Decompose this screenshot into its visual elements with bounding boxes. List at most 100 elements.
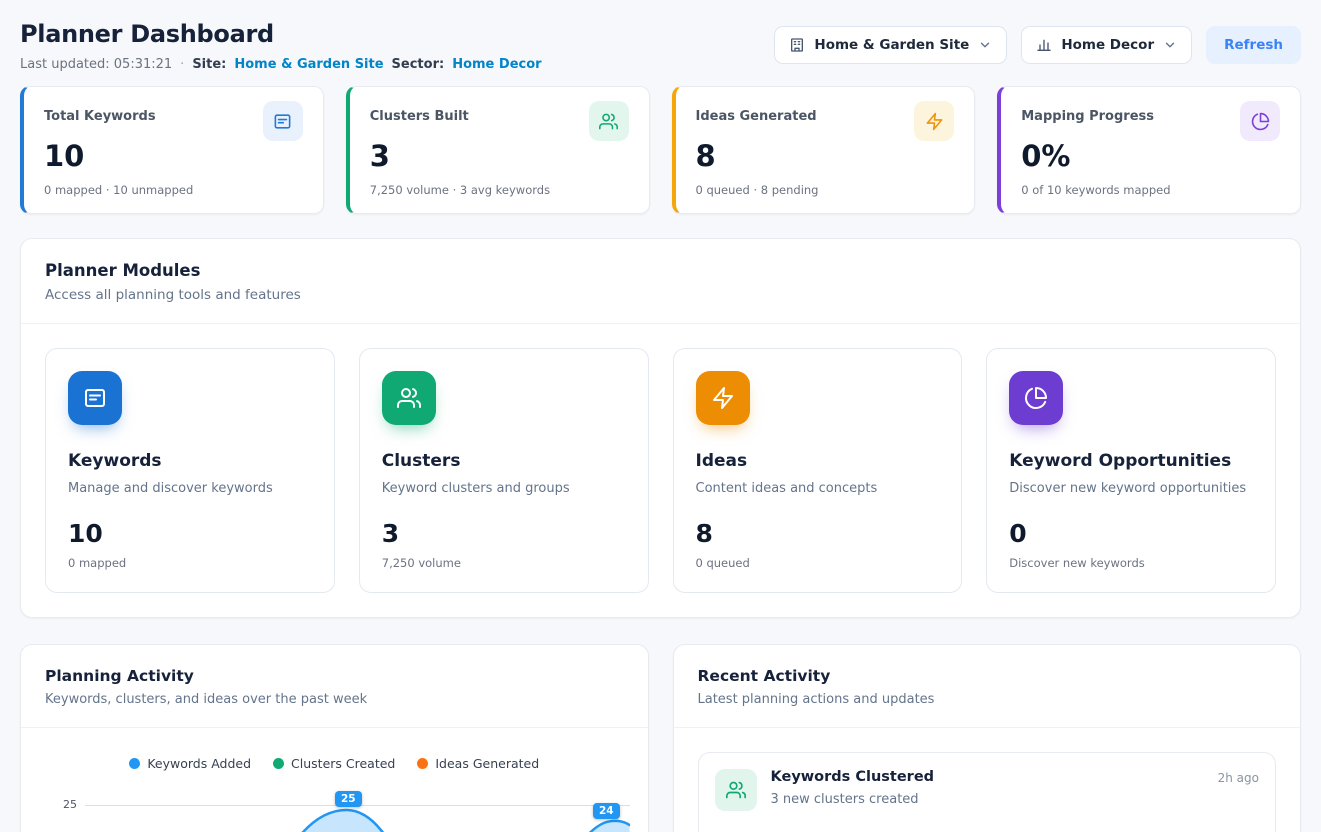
chevron-down-icon (978, 38, 992, 52)
sector-selector-dropdown[interactable]: Home Decor (1021, 26, 1192, 64)
stat-card-clusters-built: Clusters Built 3 7,250 volume · 3 avg ke… (346, 86, 650, 214)
planner-dashboard-page: Planner Dashboard Last updated: 05:31:21… (0, 0, 1321, 832)
separator-dot: · (180, 57, 184, 72)
module-value: 0 (1009, 520, 1253, 548)
bar-chart-icon (1036, 37, 1052, 53)
recent-item-description: 3 new clusters created (771, 792, 935, 807)
topbar-left: Planner Dashboard Last updated: 05:31:21… (20, 20, 542, 72)
document-lines-icon (68, 371, 122, 425)
recent-activity-panel: Recent Activity Latest planning actions … (673, 644, 1302, 832)
sector-label: Sector: (392, 57, 445, 72)
modules-grid: Keywords Manage and discover keywords 10… (21, 324, 1300, 617)
modules-header: Planner Modules Access all planning tool… (21, 239, 1300, 323)
legend-item-clusters-created: Clusters Created (273, 756, 395, 771)
stat-detail: 0 mapped · 10 unmapped (44, 183, 303, 197)
users-icon (589, 101, 629, 141)
activity-area-chart (85, 783, 630, 832)
stat-label: Mapping Progress (1021, 101, 1154, 124)
stat-card-ideas-generated: Ideas Generated 8 0 queued · 8 pending (672, 86, 976, 214)
modules-subtitle: Access all planning tools and features (45, 287, 1276, 303)
site-link[interactable]: Home & Garden Site (234, 57, 383, 72)
legend-dot-blue (129, 758, 140, 769)
topbar: Planner Dashboard Last updated: 05:31:21… (0, 0, 1321, 72)
stat-value: 0% (1021, 141, 1280, 173)
stats-row: Total Keywords 10 0 mapped · 10 unmapped… (20, 86, 1301, 214)
recent-activity-header: Recent Activity Latest planning actions … (674, 645, 1301, 727)
site-selector-value: Home & Garden Site (814, 37, 969, 53)
stat-card-total-keywords: Total Keywords 10 0 mapped · 10 unmapped (20, 86, 324, 214)
module-value: 3 (382, 520, 626, 548)
last-updated-text: Last updated: 05:31:21 (20, 57, 172, 72)
stat-detail: 0 of 10 keywords mapped (1021, 183, 1280, 197)
lightning-icon (914, 101, 954, 141)
stat-label: Total Keywords (44, 101, 156, 124)
module-card-ideas[interactable]: Ideas Content ideas and concepts 8 0 que… (673, 348, 963, 593)
legend-dot-orange (417, 758, 428, 769)
site-selector-dropdown[interactable]: Home & Garden Site (774, 26, 1007, 64)
stat-detail: 0 queued · 8 pending (696, 183, 955, 197)
stat-label: Clusters Built (370, 101, 469, 124)
planning-activity-header: Planning Activity Keywords, clusters, an… (21, 645, 648, 727)
data-point-label: 25 (335, 791, 362, 807)
module-card-keyword-opportunities[interactable]: Keyword Opportunities Discover new keywo… (986, 348, 1276, 593)
building-icon (789, 37, 805, 53)
legend-label: Ideas Generated (435, 756, 539, 771)
users-icon (382, 371, 436, 425)
module-description: Manage and discover keywords (68, 481, 312, 496)
y-axis-tick: 25 (63, 798, 77, 811)
module-title: Ideas (696, 451, 940, 471)
sector-selector-value: Home Decor (1061, 37, 1154, 53)
activity-chart: 25 25 24 (21, 783, 648, 832)
module-title: Keywords (68, 451, 312, 471)
refresh-button[interactable]: Refresh (1206, 26, 1301, 64)
legend-dot-green (273, 758, 284, 769)
recent-activity-subtitle: Latest planning actions and updates (698, 692, 1277, 707)
legend-item-keywords-added: Keywords Added (129, 756, 251, 771)
lightning-icon (696, 371, 750, 425)
legend-label: Clusters Created (291, 756, 395, 771)
module-value: 8 (696, 520, 940, 548)
sector-link[interactable]: Home Decor (452, 57, 541, 72)
stat-value: 10 (44, 141, 303, 173)
module-description: Discover new keyword opportunities (1009, 481, 1253, 496)
modules-title: Planner Modules (45, 261, 1276, 280)
module-description: Content ideas and concepts (696, 481, 940, 496)
divider (21, 727, 648, 728)
legend-item-ideas-generated: Ideas Generated (417, 756, 539, 771)
recent-item-time: 2h ago (1218, 769, 1259, 785)
module-title: Keyword Opportunities (1009, 451, 1253, 471)
pie-chart-icon (1240, 101, 1280, 141)
pie-chart-icon (1009, 371, 1063, 425)
planning-activity-title: Planning Activity (45, 667, 624, 685)
stat-detail: 7,250 volume · 3 avg keywords (370, 183, 629, 197)
module-value: 10 (68, 520, 312, 548)
module-detail: 0 mapped (68, 556, 312, 570)
module-description: Keyword clusters and groups (382, 481, 626, 496)
module-detail: 0 queued (696, 556, 940, 570)
stat-value: 8 (696, 141, 955, 173)
planning-activity-subtitle: Keywords, clusters, and ideas over the p… (45, 692, 624, 707)
recent-activity-list: Keywords Clustered 3 new clusters create… (674, 728, 1301, 832)
page-title: Planner Dashboard (20, 20, 542, 48)
site-label: Site: (192, 57, 226, 72)
document-lines-icon (263, 101, 303, 141)
recent-item-title: Keywords Clustered (771, 769, 935, 785)
stat-value: 3 (370, 141, 629, 173)
planner-modules-section: Planner Modules Access all planning tool… (20, 238, 1301, 618)
module-detail: Discover new keywords (1009, 556, 1253, 570)
breadcrumb-meta: Last updated: 05:31:21 · Site: Home & Ga… (20, 57, 542, 72)
data-point-label: 24 (593, 803, 620, 819)
users-icon (715, 769, 757, 811)
recent-activity-title: Recent Activity (698, 667, 1277, 685)
chart-legend: Keywords Added Clusters Created Ideas Ge… (21, 756, 648, 771)
bottom-row: Planning Activity Keywords, clusters, an… (20, 644, 1301, 832)
module-card-clusters[interactable]: Clusters Keyword clusters and groups 3 7… (359, 348, 649, 593)
stat-label: Ideas Generated (696, 101, 817, 124)
planning-activity-panel: Planning Activity Keywords, clusters, an… (20, 644, 649, 832)
legend-label: Keywords Added (147, 756, 251, 771)
module-title: Clusters (382, 451, 626, 471)
recent-activity-item: Keywords Clustered 3 new clusters create… (698, 752, 1277, 832)
module-card-keywords[interactable]: Keywords Manage and discover keywords 10… (45, 348, 335, 593)
topbar-controls: Home & Garden Site Home Decor Refresh (774, 26, 1301, 64)
module-detail: 7,250 volume (382, 556, 626, 570)
